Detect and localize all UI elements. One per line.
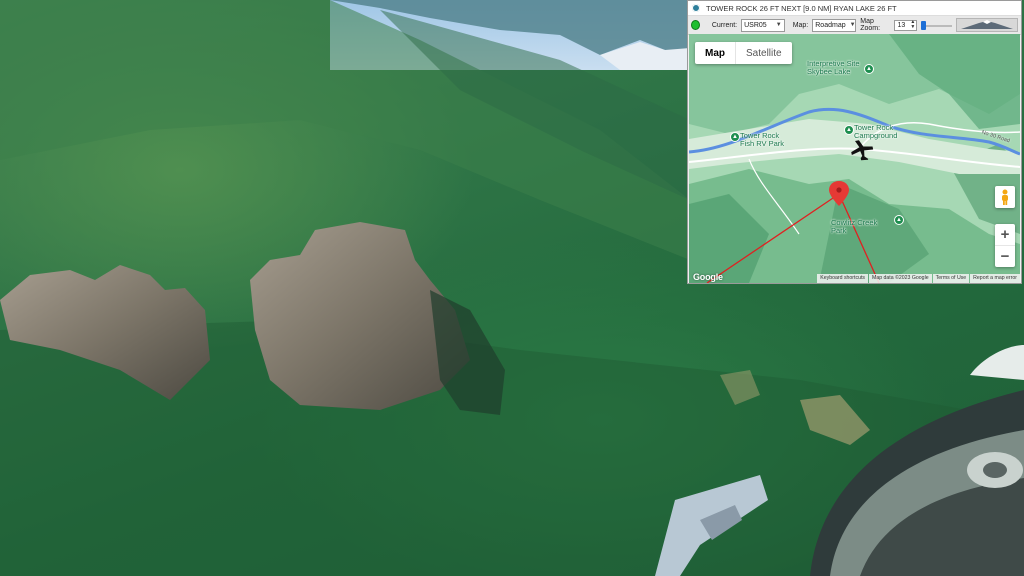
- poi-label[interactable]: Tower Rock Fish RV Park: [740, 132, 788, 148]
- pegman-icon: [1002, 189, 1008, 205]
- map-style-select[interactable]: Roadmap ▼: [812, 18, 857, 32]
- camp-icon[interactable]: ▲: [844, 125, 854, 135]
- report-map-error-link[interactable]: Report a map error: [970, 274, 1020, 283]
- keyboard-shortcuts-link[interactable]: Keyboard shortcuts: [817, 274, 868, 283]
- poi-label[interactable]: Cowlitz Creek Park: [831, 219, 893, 235]
- elevation-profile-button[interactable]: [956, 18, 1018, 32]
- current-waypoint-value: USR05: [744, 21, 767, 29]
- mountain-profile-icon: [961, 20, 1013, 29]
- map-zoom-value: 13: [897, 21, 906, 29]
- chevron-down-icon: ▼: [775, 22, 782, 28]
- tower-rock: [0, 222, 505, 415]
- poi-label[interactable]: Tower Rock Campground: [854, 124, 909, 140]
- map-footer: Keyboard shortcuts Map data ©2023 Google…: [689, 274, 1020, 283]
- current-label: Current:: [711, 21, 738, 29]
- map-zoom-controls: + −: [995, 224, 1015, 267]
- chevron-down-icon: ▼: [849, 22, 856, 28]
- window-title-bar[interactable]: TOWER ROCK 26 FT NEXT [9.0 NM] RYAN LAKE…: [688, 1, 1021, 16]
- street-view-pegman-icon[interactable]: [995, 186, 1015, 208]
- map-data-attribution: Map data ©2023 Google: [869, 274, 932, 283]
- current-waypoint-select[interactable]: USR05 ▼: [741, 18, 785, 32]
- window-title: TOWER ROCK 26 FT NEXT [9.0 NM] RYAN LAKE…: [706, 3, 897, 13]
- poi-label[interactable]: Interpretive Site Skybee Lake: [807, 60, 865, 76]
- terms-of-use-link[interactable]: Terms of Use: [932, 274, 970, 283]
- slider-thumb[interactable]: [921, 20, 927, 30]
- map-type-satellite-button[interactable]: Satellite: [736, 42, 792, 64]
- map-window[interactable]: TOWER ROCK 26 FT NEXT [9.0 NM] RYAN LAKE…: [687, 0, 1022, 284]
- map-zoom-stepper[interactable]: 13 ▲ ▼: [894, 19, 918, 31]
- zoom-out-button[interactable]: −: [995, 246, 1015, 267]
- map-zoom-label: Map Zoom:: [860, 18, 881, 32]
- camp-icon[interactable]: ▲: [864, 64, 874, 74]
- zoom-in-button[interactable]: +: [995, 224, 1015, 245]
- map-label: Map:: [792, 21, 809, 29]
- map-zoom-slider[interactable]: [921, 20, 952, 31]
- map-style-value: Roadmap: [815, 21, 846, 29]
- map-type-toggle: Map Satellite: [695, 42, 792, 64]
- map-type-map-button[interactable]: Map: [695, 42, 736, 64]
- status-led-icon: [691, 20, 700, 30]
- map-toolbar: Current: USR05 ▼ Map: Roadmap ▼ Map Zoom…: [688, 16, 1021, 35]
- camp-icon[interactable]: ▲: [730, 132, 740, 142]
- park-icon[interactable]: ▲: [894, 215, 904, 225]
- app-icon: [692, 4, 700, 12]
- map-view[interactable]: Map Satellite ▲ Interpretive Site Skybee…: [689, 34, 1020, 283]
- stepper-arrows-icon[interactable]: ▲ ▼: [910, 20, 916, 30]
